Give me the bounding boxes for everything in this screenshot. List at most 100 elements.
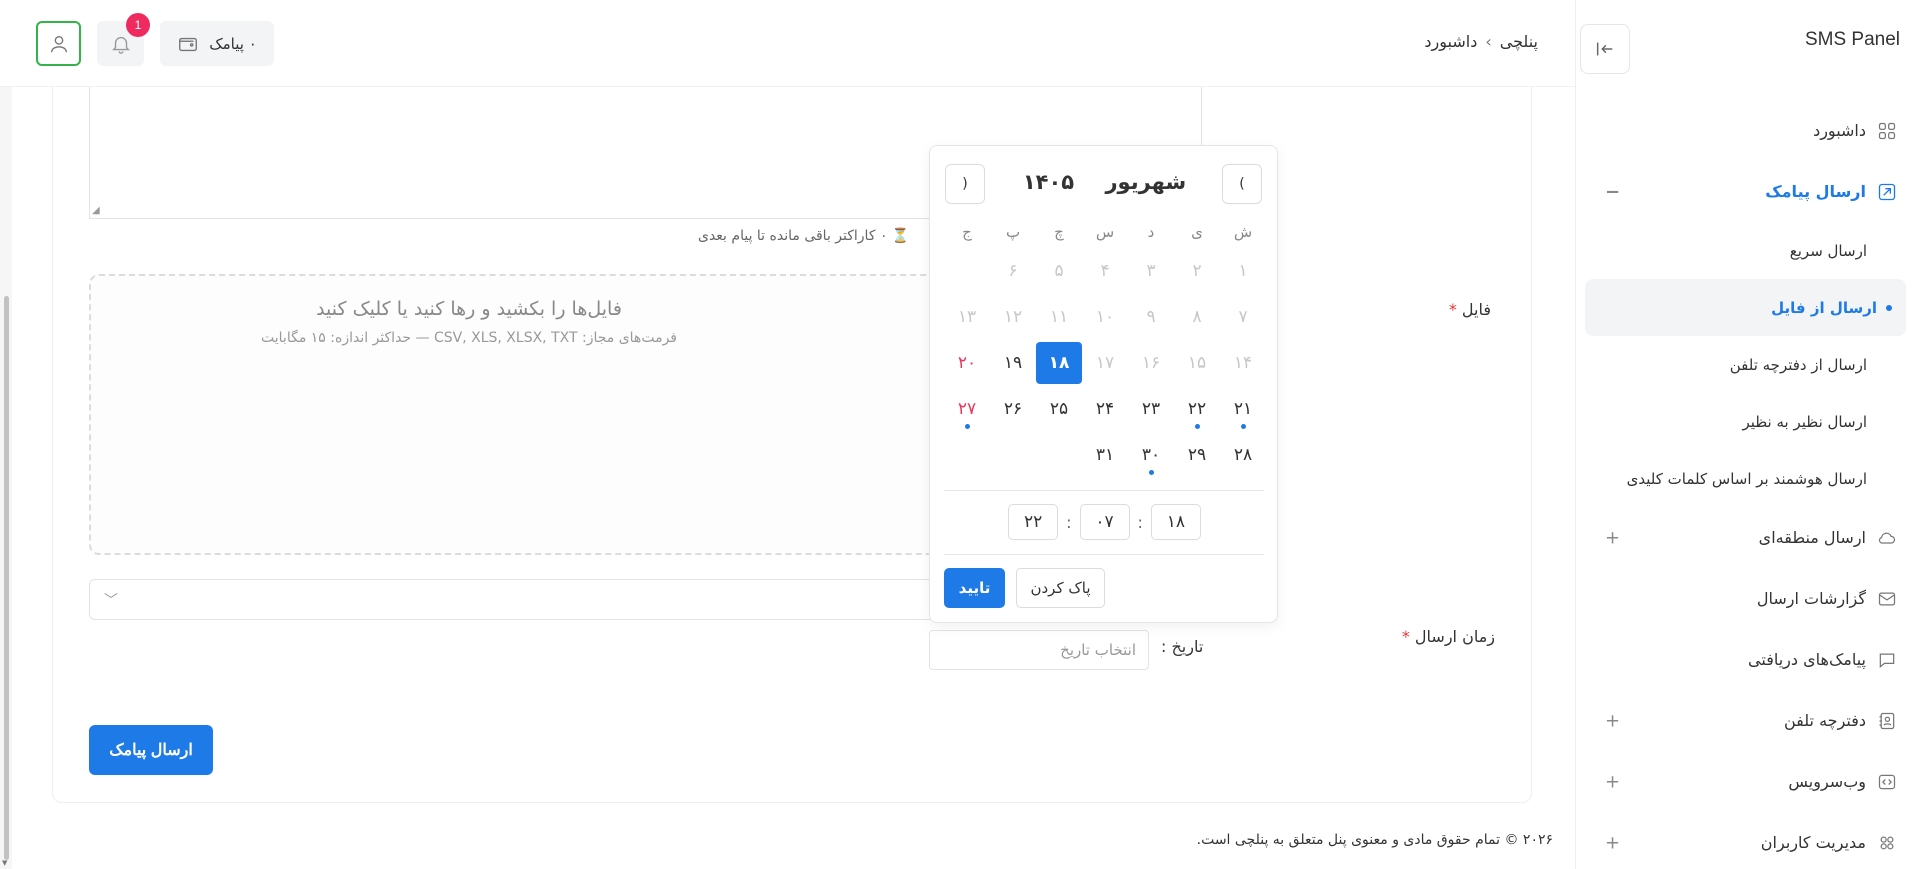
confirm-date-button[interactable]: تایید bbox=[944, 568, 1005, 608]
sidebar-subitem-send-from-file[interactable]: ارسال از فایل bbox=[1585, 279, 1906, 336]
weekday-label: د bbox=[1147, 223, 1155, 241]
minute-field[interactable]: ۰۷ bbox=[1079, 504, 1130, 540]
calendar-day: ۱۶ bbox=[1141, 353, 1161, 373]
calendar-day: ۸ bbox=[1192, 307, 1202, 327]
calendar-day[interactable]: ۲۲ bbox=[1174, 388, 1220, 430]
scroll-down-arrow-icon[interactable]: ▼ bbox=[2, 859, 7, 867]
notification-count-badge: 1 bbox=[126, 13, 150, 37]
sidebar-item-dashboard[interactable]: داشبورد bbox=[1575, 100, 1920, 161]
sidebar-collapse-button[interactable] bbox=[1580, 24, 1630, 74]
calendar-day[interactable]: ۲۹ bbox=[1174, 434, 1220, 476]
cloud-icon bbox=[1876, 527, 1898, 549]
calendar-day[interactable]: ۲۵ bbox=[1036, 388, 1082, 430]
sidebar-item-label: وب‌سرویس bbox=[1788, 772, 1866, 791]
bell-icon bbox=[111, 36, 130, 54]
dropzone-hint: فرمت‌های مجاز: CSV, XLS, XLSX, TXT — حدا… bbox=[261, 330, 677, 346]
time-separator: : bbox=[1137, 512, 1143, 532]
users-icon bbox=[1876, 832, 1898, 854]
sidebar-item-webservice[interactable]: وب‌سرویس + bbox=[1575, 751, 1920, 812]
expand-toggle-icon[interactable]: + bbox=[1605, 832, 1620, 853]
calendar-day[interactable]: ۲۳ bbox=[1128, 388, 1174, 430]
calendar-day[interactable]: ۲۶ bbox=[990, 388, 1036, 430]
mail-icon bbox=[1876, 588, 1898, 610]
sidebar: SMS Panel داشبورد ارسال پیامک − ارسال سر… bbox=[1575, 0, 1920, 869]
sidebar-item-label: ارسال پیامک bbox=[1765, 182, 1866, 201]
sidebar-item-label: داشبورد bbox=[1813, 121, 1866, 140]
required-mark: * bbox=[1448, 300, 1457, 319]
calendar-month[interactable]: شهریور bbox=[1105, 170, 1186, 194]
sms-credit-button[interactable]: ۰ پیامک bbox=[160, 21, 274, 66]
sidebar-item-user-management[interactable]: مدیریت کاربران + bbox=[1575, 812, 1920, 869]
clear-date-button[interactable]: پاک کردن bbox=[1016, 568, 1105, 608]
scrollbar-thumb[interactable] bbox=[4, 296, 9, 860]
weekday-label: ی bbox=[1191, 223, 1203, 241]
send-icon bbox=[1876, 181, 1898, 203]
calendar-day[interactable]: ۲۱ bbox=[1220, 388, 1266, 430]
remaining-characters-note: ⏳ ۰ کاراکتر باقی مانده تا پیام بعدی bbox=[698, 228, 910, 244]
calendar-day: ۱۴ bbox=[1233, 353, 1253, 373]
weekday-label: ش bbox=[1233, 223, 1253, 241]
calendar-empty-cell bbox=[944, 250, 990, 292]
calendar-day: ۱ bbox=[1238, 261, 1248, 281]
calendar-day: ۳ bbox=[1146, 261, 1156, 281]
sidebar-subitem-peer-to-peer[interactable]: ارسال نظیر به نظیر bbox=[1575, 393, 1920, 450]
sidebar-item-label: گزارشات ارسال bbox=[1756, 589, 1866, 608]
sidebar-item-phonebook[interactable]: دفترچه تلفن + bbox=[1575, 690, 1920, 751]
calendar-week-row: ۱۴ ۱۵ ۱۶ ۱۷ ۱۸ ۱۹ ۲۰ bbox=[944, 340, 1266, 386]
calendar-day: ۶ bbox=[1008, 261, 1018, 281]
expand-toggle-icon[interactable]: + bbox=[1605, 527, 1620, 548]
date-picker-popup: ) ( شهریور ۱۴۰۵ ش ی د س چ پ ج ۱ ۲ ۳ ۴ ۵ ۶ ۷ ۸ ۹ ۱۰ ۱۱ ۱۲ ۱۳… bbox=[929, 145, 1278, 623]
sidebar-item-send-sms[interactable]: ارسال پیامک − bbox=[1575, 161, 1920, 222]
weekday-label: پ bbox=[1005, 223, 1021, 241]
calendar-day[interactable]: ۱۹ bbox=[990, 342, 1036, 384]
sidebar-item-received-sms[interactable]: پیامک‌های دریافتی bbox=[1575, 629, 1920, 690]
calendar-day[interactable]: ۲۷ bbox=[944, 388, 990, 430]
calendar-day[interactable]: ۳۰ bbox=[1128, 434, 1174, 476]
breadcrumb-current[interactable]: داشبورد bbox=[1424, 32, 1477, 51]
time-picker: ۱۸ : ۰۷ : ۲۲ bbox=[930, 504, 1279, 540]
weekday-label: ج bbox=[962, 223, 972, 241]
calendar-day[interactable]: ۱۸ bbox=[1036, 342, 1082, 384]
sidebar-item-send-reports[interactable]: گزارشات ارسال bbox=[1575, 568, 1920, 629]
breadcrumb-root[interactable]: پنلچی bbox=[1500, 32, 1538, 51]
date-placeholder: انتخاب تاریخ bbox=[1060, 641, 1136, 659]
calendar-year[interactable]: ۱۴۰۵ bbox=[1023, 170, 1074, 194]
calendar-day: ۱۳ bbox=[957, 307, 977, 327]
date-label: تاریخ : bbox=[1161, 637, 1204, 656]
top-header: پنلچی › داشبورد 1 ۰ پیامک bbox=[0, 0, 1575, 87]
calendar-day[interactable]: ۲۰ bbox=[944, 342, 990, 384]
calendar-day[interactable]: ۳۱ bbox=[1082, 434, 1128, 476]
chevron-down-icon: ﹀ bbox=[104, 593, 118, 609]
weekday-header-row: شیدسچپج bbox=[944, 216, 1266, 248]
calendar-day: ۲ bbox=[1192, 261, 1202, 281]
expand-toggle-icon[interactable]: + bbox=[1605, 771, 1620, 792]
dropzone-title: فایل‌ها را بکشید و رها کنید یا کلیک کنید bbox=[316, 298, 622, 320]
date-input[interactable]: انتخاب تاریخ bbox=[929, 630, 1149, 670]
send-sms-button[interactable]: ارسال پیامک bbox=[89, 725, 213, 775]
sidebar-item-regional-send[interactable]: ارسال منطقه‌ای + bbox=[1575, 507, 1920, 568]
weekday-label: چ bbox=[1054, 223, 1064, 241]
calendar-empty-cell bbox=[990, 434, 1036, 476]
calendar-day[interactable]: ۲۸ bbox=[1220, 434, 1266, 476]
sidebar-subitem-send-from-phonebook[interactable]: ارسال از دفترچه تلفن bbox=[1575, 336, 1920, 393]
previous-month-button[interactable]: ( bbox=[1222, 164, 1262, 204]
code-icon bbox=[1876, 771, 1898, 793]
expand-toggle-icon[interactable]: + bbox=[1605, 710, 1620, 731]
calendar-empty-cell bbox=[944, 434, 990, 476]
collapse-toggle-icon[interactable]: − bbox=[1605, 181, 1620, 202]
calendar-week-row: ۱ ۲ ۳ ۴ ۵ ۶ bbox=[944, 248, 1266, 294]
page-scrollbar[interactable]: ▼ bbox=[0, 0, 12, 869]
calendar-day[interactable]: ۲۴ bbox=[1082, 388, 1128, 430]
next-month-button[interactable]: ) bbox=[945, 164, 985, 204]
resize-handle-icon[interactable]: ◢ bbox=[92, 205, 100, 216]
wallet-icon bbox=[179, 37, 198, 51]
second-field[interactable]: ۲۲ bbox=[1008, 504, 1059, 540]
sidebar-subitem-quick-send[interactable]: ارسال سریع bbox=[1575, 222, 1920, 279]
sidebar-subitem-smart-keyword[interactable]: ارسال هوشمند بر اساس کلمات کلیدی bbox=[1575, 450, 1920, 507]
calendar-divider bbox=[944, 554, 1264, 555]
calendar-divider bbox=[944, 490, 1264, 491]
sidebar-item-label: ارسال منطقه‌ای bbox=[1758, 528, 1866, 547]
hour-field[interactable]: ۱۸ bbox=[1150, 504, 1201, 540]
user-profile-button[interactable] bbox=[36, 21, 81, 66]
calendar-grid: ش ی د س چ پ ج ۱ ۲ ۳ ۴ ۵ ۶ ۷ ۸ ۹ ۱۰ ۱۱ ۱۲ ۱۳ ۱۴ ۱۵ ۱۶ ۱۷ ۱۸ ۱۹ ۲۰ ۲۱… bbox=[944, 216, 1266, 478]
